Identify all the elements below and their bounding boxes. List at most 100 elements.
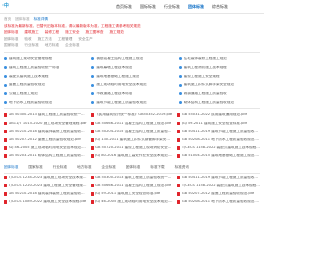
related-standard-link[interactable]: 砌体结构工程施工质量验收规范 xyxy=(178,101,260,105)
pdf-file-icon xyxy=(177,183,181,188)
file-link[interactable]: JGJ 46-2005 施工现场临时用电安全技术规范.pdf xyxy=(4,146,87,150)
tab[interactable]: 国家标准 xyxy=(28,165,42,170)
file-name: JGJ 46-2005 施工现场临时用电安全技术规范.pdf xyxy=(8,146,87,150)
tab-active[interactable]: 团体标准 xyxy=(4,165,18,170)
related-standard-title: 屋面工程质量验收规范 xyxy=(9,83,45,87)
file-link[interactable]: GB 50720-2011 建设工程施工现场消防安全技术规范.pdf xyxy=(90,146,173,150)
tag-link[interactable]: 地方标准 xyxy=(45,44,59,48)
related-standard-link[interactable]: 住宅装饰装修工程施工规范 xyxy=(178,57,260,61)
related-standard-link[interactable]: 建筑工程消防施工技术规程 xyxy=(178,66,260,70)
divider xyxy=(4,51,260,53)
related-standard-link[interactable]: 施工现场临时用电安全技术规范 xyxy=(91,83,172,87)
tag-link[interactable]: 行业标准 xyxy=(24,44,38,48)
tag-link[interactable]: 安全生产 xyxy=(78,37,92,42)
site-logo[interactable]: ·中 xyxy=(2,4,30,9)
tab[interactable]: 标准资讯 xyxy=(175,165,189,170)
category-tabs: 团体标准 国家标准 行业标准 地方标准 企业标准 团体标准 标准下载 标准资讯 xyxy=(4,165,260,174)
tag-link[interactable]: 建筑施工 xyxy=(24,31,38,35)
tag-link[interactable]: 企业标准 xyxy=(65,44,79,48)
related-standard-link[interactable]: 建筑工程施工质量验收统一标准 xyxy=(4,66,85,70)
tag-link[interactable]: 施工规范 xyxy=(109,31,123,35)
pdf-file-icon xyxy=(4,146,7,150)
file-link[interactable]: T/CECS 1158-2022 装配式建筑施工技术规程.pdf xyxy=(177,183,260,188)
tab[interactable]: 企业标准 xyxy=(102,165,116,170)
tab[interactable]: 行业标准 xyxy=(53,165,67,170)
file-link[interactable]: JGJ 130-2011 建筑施工扣件式钢管脚手架安全技术规范.pdf xyxy=(90,138,173,142)
file-link[interactable]: T/CECS 1220-2023 建筑工程施工安全管理规程.pdf xyxy=(4,183,87,188)
breadcrumb-item[interactable]: 团体标准 xyxy=(15,17,29,22)
related-standard-link[interactable]: 市政道路工程技术标准 xyxy=(91,92,172,96)
nav-item[interactable]: 国标标准 xyxy=(140,4,156,9)
file-link[interactable]: GB 50210-2018 建筑装饰装修工程质量验收标准.pdf xyxy=(4,191,87,196)
file-link[interactable]: T/CECS 1089-2022 建筑施工安全技术规程.pdf xyxy=(4,200,87,204)
nav-item[interactable]: 综合标准 xyxy=(212,4,228,9)
file-link[interactable]: GB 50208-2011 地下防水工程质量验收规范.pdf xyxy=(177,138,260,142)
file-link[interactable]: GB 50207-2012 屋面工程质量验收规范.pdf xyxy=(4,138,87,142)
related-standard-link[interactable]: 城镇道路工程施工质量验收 xyxy=(178,92,260,96)
file-link[interactable]: GB 50207-2012 屋面工程质量验收规范.pdf xyxy=(177,191,260,196)
tag-link[interactable]: 团体标准 xyxy=(4,37,18,42)
file-link[interactable]: DB11/T 1015-2020 施工现场安全管理规程.pdf xyxy=(4,121,87,126)
tab[interactable]: 标准下载 xyxy=(150,165,164,170)
file-name: GB 50210-2018 建筑装饰装修工程质量验收标准.pdf xyxy=(8,191,87,195)
file-link[interactable]: GB 50411-2019 建筑节能工程施工质量验收标准.pdf xyxy=(177,129,260,134)
tag-link[interactable]: 团体标准 xyxy=(4,31,18,35)
file-link[interactable]: GB 55031-2022 民用建筑通用规范.pdf xyxy=(177,113,260,118)
pdf-file-icon xyxy=(90,138,94,142)
file-link[interactable]: GB 50203-2011 砌体结构工程施工质量验收规范.pdf xyxy=(4,154,87,158)
file-link[interactable]: GB 50204-2015 混凝土结构工程施工质量验收规范.pdf xyxy=(90,129,173,134)
file-link[interactable]: 《民用建筑设计统一标准》GB50352-2019.pdf xyxy=(90,113,174,118)
tag-link[interactable]: 工程管理 xyxy=(58,37,72,42)
top-bar: ·中 首页标准 国标标准 行业标准 团体标准 综合标准 xyxy=(0,0,264,14)
file-link[interactable]: T/CECS 1158-2022 装配式建筑施工技术规程.pdf xyxy=(177,146,260,150)
tag-link[interactable]: 施工图审查 xyxy=(86,31,104,35)
related-standard-link[interactable]: 建筑幕墙工程技术规范 xyxy=(91,66,172,70)
breadcrumb: 首页 团体标准 标准详情 xyxy=(4,17,260,22)
file-link[interactable]: GB 51004-2015 建筑地基基础工程施工规范.pdf xyxy=(177,154,260,158)
nav-item[interactable]: 行业标准 xyxy=(164,4,180,9)
related-standard-title: 建筑地基基础工程施工规范 xyxy=(96,74,140,78)
related-standard-link[interactable]: 建筑地基基础工程施工规范 xyxy=(91,75,172,79)
tag-link[interactable]: 施工安全 xyxy=(65,31,79,35)
related-standard-link[interactable]: 建筑施工现场安全管理规程 xyxy=(4,57,85,61)
file-link[interactable]: GB 50666-2011 混凝土结构工程施工规范.pdf xyxy=(90,121,174,126)
tag-link[interactable]: 国家标准 xyxy=(4,44,18,48)
related-standard-link[interactable]: 建筑节能工程施工质量验收规范 xyxy=(91,101,172,105)
file-link[interactable]: JGJ 59-2011 建筑施工安全检查标准.pdf xyxy=(177,121,260,126)
pdf-file-icon xyxy=(90,146,94,150)
file-link[interactable]: GB 50210-2018 建筑装饰装修工程质量验收标准.pdf xyxy=(4,129,87,134)
tab[interactable]: 地方标准 xyxy=(77,165,91,170)
bullet-icon xyxy=(178,92,182,96)
breadcrumb-item[interactable]: 首页 xyxy=(4,17,11,22)
file-link[interactable]: GB 50208-2011 地下防水工程质量验收规范.pdf xyxy=(177,200,260,204)
file-link[interactable]: JGJ 46-2005 施工现场临时用电安全技术规范.pdf xyxy=(90,200,173,204)
related-standard-link[interactable]: 装配式建筑施工技术规程 xyxy=(4,75,85,79)
file-link[interactable]: GB 50300-2013 建筑工程施工质量验收统一标准.pdf xyxy=(90,175,173,180)
tag-link[interactable]: 施工方法 xyxy=(38,37,52,42)
tag-link[interactable]: 装修工程 xyxy=(45,31,59,35)
file-link[interactable]: GB 50411-2019 建筑节能工程施工质量验收标准.pdf xyxy=(177,175,260,180)
related-standard-link[interactable]: 钢筋混凝土结构工程施工规范 xyxy=(91,57,172,61)
related-standard-title: 建设工程施工安全规程 xyxy=(183,74,220,78)
related-standard-title: 建筑节能工程施工质量验收规范 xyxy=(96,100,147,104)
file-link[interactable]: JGJ 80-2016 建筑施工高处作业安全技术规范.pdf xyxy=(90,154,173,158)
file-link[interactable]: GB 50666-2011 混凝土结构工程施工规范.pdf xyxy=(90,183,174,188)
related-standard-link[interactable]: 建设工程施工安全规程 xyxy=(178,74,260,79)
related-standard-title: 城镇道路工程施工质量验收 xyxy=(183,92,227,96)
bullet-icon xyxy=(91,92,95,96)
file-link[interactable]: JGJ 59-2011 建筑施工安全检查标准.pdf xyxy=(90,191,174,196)
pdf-file-icon xyxy=(90,183,94,188)
file-name: GB 51004-2015 建筑地基基础工程施工规范.pdf xyxy=(181,154,260,158)
related-standard-link[interactable]: 屋面工程质量验收规范 xyxy=(4,83,85,87)
tab[interactable]: 团体标准 xyxy=(126,165,140,170)
file-link[interactable]: GB 50300-2013 建筑工程施工质量验收统一标准.pdf xyxy=(4,113,87,118)
nav-item[interactable]: 首页标准 xyxy=(116,4,132,9)
related-standard-link[interactable]: 建筑施工扣件式脚手架安全规范 xyxy=(178,83,260,87)
bullet-icon xyxy=(4,66,7,70)
related-standard-link[interactable]: 地下防水工程质量验收规范 xyxy=(4,101,85,105)
tag-link[interactable]: 验收 xyxy=(24,37,31,42)
related-standard-link[interactable]: 公路工程施工规范 xyxy=(4,92,85,96)
nav-item-active[interactable]: 团体标准 xyxy=(188,4,204,9)
file-link[interactable]: T/CECS 1234-2023 建筑施工现场安全技术规程.pdf xyxy=(4,175,87,180)
bullet-icon xyxy=(4,57,7,61)
